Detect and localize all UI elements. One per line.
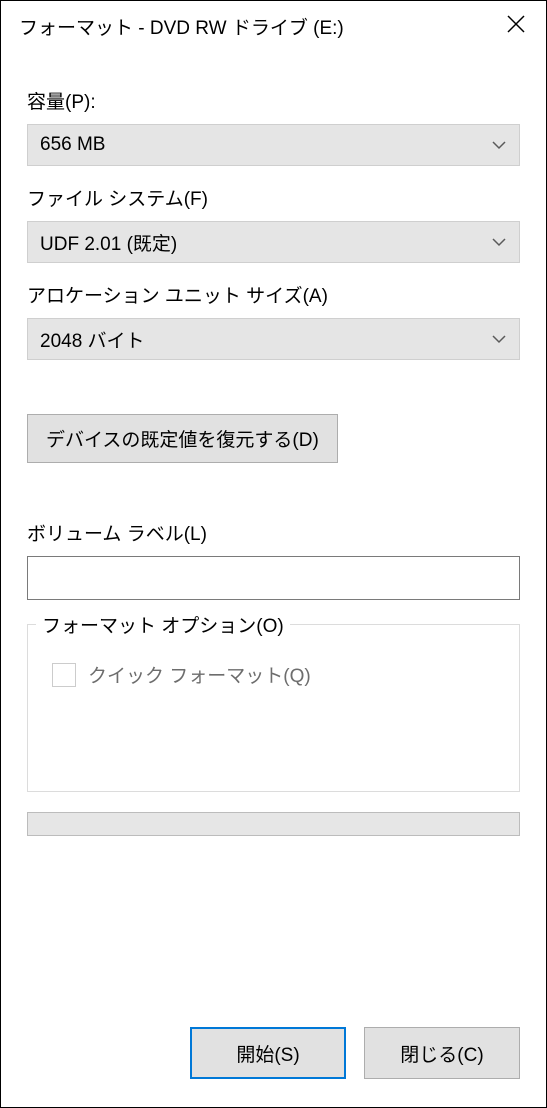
- allocation-value: 2048 バイト: [40, 326, 145, 353]
- chevron-down-icon: [491, 334, 507, 344]
- start-button[interactable]: 開始(S): [190, 1027, 346, 1079]
- volume-label-input[interactable]: [27, 556, 520, 600]
- chevron-down-icon: [491, 237, 507, 247]
- titlebar: フォーマット - DVD RW ドライブ (E:): [1, 1, 546, 51]
- capacity-dropdown[interactable]: 656 MB: [27, 124, 520, 166]
- close-button[interactable]: 閉じる(C): [364, 1027, 520, 1079]
- capacity-label: 容量(P):: [27, 87, 520, 114]
- close-icon: [506, 14, 526, 39]
- dialog-button-row: 開始(S) 閉じる(C): [27, 1027, 520, 1079]
- quick-format-row: クイック フォーマット(Q): [52, 661, 501, 688]
- filesystem-label: ファイル システム(F): [27, 184, 520, 211]
- format-dialog-window: フォーマット - DVD RW ドライブ (E:) 容量(P): 656 MB …: [0, 0, 547, 1108]
- format-progress-bar: [27, 812, 520, 836]
- close-window-button[interactable]: [486, 1, 546, 51]
- restore-defaults-button[interactable]: デバイスの既定値を復元する(D): [27, 414, 338, 463]
- capacity-value: 656 MB: [40, 134, 105, 156]
- chevron-down-icon: [491, 140, 507, 150]
- filesystem-value: UDF 2.01 (既定): [40, 229, 177, 256]
- format-options-legend: フォーマット オプション(O): [36, 611, 290, 638]
- dialog-content: 容量(P): 656 MB ファイル システム(F) UDF 2.01 (既定)…: [1, 51, 546, 1107]
- window-title: フォーマット - DVD RW ドライブ (E:): [19, 13, 344, 40]
- quick-format-label: クイック フォーマット(Q): [88, 661, 311, 688]
- allocation-dropdown[interactable]: 2048 バイト: [27, 318, 520, 360]
- format-options-group: フォーマット オプション(O) クイック フォーマット(Q): [27, 624, 520, 792]
- volume-label: ボリューム ラベル(L): [27, 519, 520, 546]
- filesystem-dropdown[interactable]: UDF 2.01 (既定): [27, 221, 520, 263]
- quick-format-checkbox[interactable]: [52, 663, 76, 687]
- allocation-label: アロケーション ユニット サイズ(A): [27, 281, 520, 308]
